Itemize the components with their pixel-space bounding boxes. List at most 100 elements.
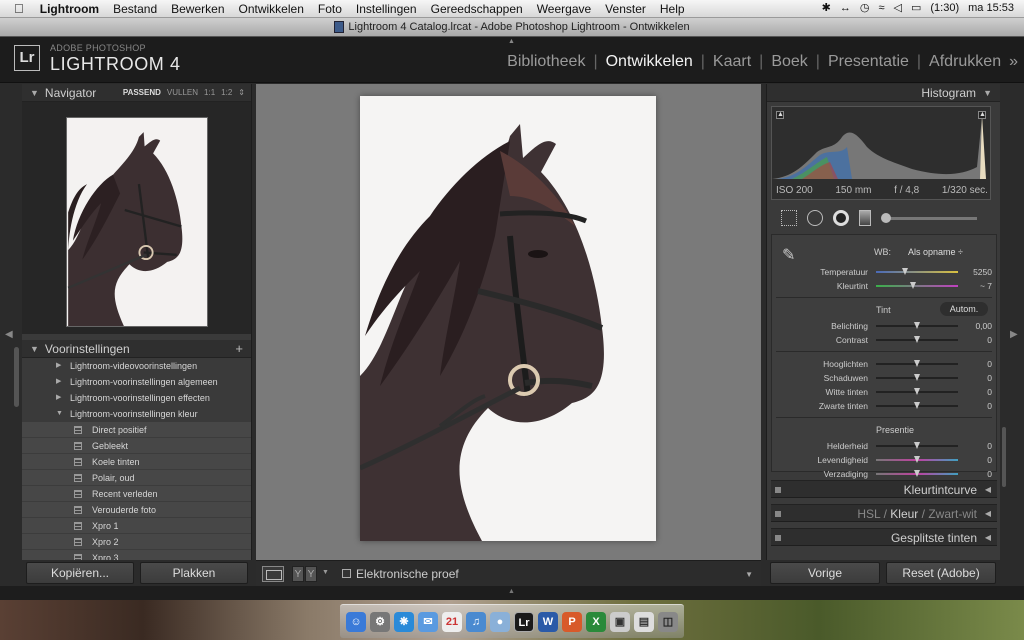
eyedropper-icon[interactable]: ✎: [782, 245, 795, 265]
expand-triangle-icon[interactable]: ◀: [985, 481, 991, 499]
slider-track[interactable]: [876, 360, 958, 367]
red-eye-icon[interactable]: [833, 210, 849, 226]
highlight-clipping-icon[interactable]: ▲: [978, 111, 986, 119]
whites-slider[interactable]: Witte tinten 0: [772, 385, 998, 399]
preset-item[interactable]: Polair, oud: [22, 470, 251, 486]
panel-switch-icon[interactable]: [775, 487, 781, 493]
spot-removal-icon[interactable]: [807, 210, 823, 226]
zoom-1-1[interactable]: 1:1: [204, 88, 215, 97]
collapse-left-icon[interactable]: ◀: [5, 329, 13, 340]
expand-filmstrip-icon[interactable]: ▲: [508, 588, 515, 595]
shadow-clipping-icon[interactable]: ▲: [776, 111, 784, 119]
volume-icon[interactable]: ◁: [894, 1, 902, 14]
wb-select[interactable]: Als opname ÷: [908, 247, 963, 257]
bw-tab[interactable]: Zwart-wit: [928, 507, 977, 521]
more-modules-icon[interactable]: »: [1009, 53, 1018, 71]
color-tab[interactable]: Kleur: [890, 507, 918, 521]
preset-item[interactable]: Verouderde foto: [22, 502, 251, 518]
slider-track[interactable]: [876, 374, 958, 381]
expand-triangle-icon[interactable]: ▶: [56, 390, 61, 406]
contrast-slider[interactable]: Contrast 0: [772, 333, 998, 347]
app-store-icon[interactable]: ●: [490, 611, 510, 632]
collapse-triangle-icon[interactable]: ▼: [56, 406, 63, 422]
slider-knob[interactable]: [914, 374, 920, 381]
time-machine-icon[interactable]: ◷: [860, 1, 870, 14]
slider-track[interactable]: [876, 388, 958, 395]
blacks-slider[interactable]: Zwarte tinten 0: [772, 399, 998, 413]
menu-foto[interactable]: Foto: [311, 2, 349, 16]
preset-item[interactable]: Gebleekt: [22, 438, 251, 454]
crop-icon[interactable]: [781, 210, 797, 226]
slider-knob[interactable]: [914, 456, 920, 463]
itunes-icon[interactable]: ♫: [466, 611, 486, 632]
zoom-passend[interactable]: PASSEND: [123, 88, 161, 97]
expand-triangle-icon[interactable]: ▶: [56, 358, 61, 374]
menu-help[interactable]: Help: [653, 2, 692, 16]
slider-value[interactable]: 0: [987, 387, 992, 397]
slider-value[interactable]: 0: [987, 373, 992, 383]
preset-item[interactable]: Recent verleden: [22, 486, 251, 502]
menu-instellingen[interactable]: Instellingen: [349, 2, 424, 16]
preset-folder[interactable]: ▶ Lightroom-videovoorinstellingen: [22, 358, 251, 374]
slider-knob[interactable]: [901, 268, 908, 275]
navigator-header[interactable]: ▼ Navigator PASSEND VULLEN 1:1 1:2 ⇕: [22, 84, 251, 102]
slider-value[interactable]: 0: [987, 401, 992, 411]
menu-weergave[interactable]: Weergave: [530, 2, 598, 16]
module-bibliotheek[interactable]: Bibliotheek: [499, 53, 593, 71]
preset-folder[interactable]: ▶ Lightroom-voorinstellingen effecten: [22, 390, 251, 406]
module-boek[interactable]: Boek: [763, 53, 815, 71]
tone-curve-header[interactable]: Kleurtintcurve ◀: [771, 480, 997, 498]
hsl-header[interactable]: HSL / Kleur / Zwart-wit ◀: [771, 504, 997, 522]
collapse-triangle-icon[interactable]: ▼: [30, 344, 39, 354]
panel-switch-icon[interactable]: [775, 511, 781, 517]
slider-knob[interactable]: [914, 322, 920, 329]
exposure-slider[interactable]: Belichting 0,00: [772, 319, 998, 333]
temperature-slider[interactable]: Temperatuur 5250: [772, 265, 998, 279]
left-panel-edge[interactable]: ◀: [0, 84, 20, 587]
tint-slider[interactable]: Kleurtint ~ 7: [772, 279, 998, 293]
navigator-thumbnail[interactable]: [66, 117, 208, 327]
finder-icon[interactable]: ☺: [346, 611, 366, 632]
slider-knob[interactable]: [909, 282, 916, 289]
histogram-header[interactable]: Histogram ▼: [767, 84, 1000, 102]
slider-track[interactable]: [876, 322, 958, 329]
module-presentatie[interactable]: Presentatie: [820, 53, 917, 71]
module-ontwikkelen[interactable]: Ontwikkelen: [598, 53, 701, 71]
safari-icon[interactable]: ❋: [394, 611, 414, 632]
image-canvas[interactable]: [256, 84, 761, 560]
vibrance-slider[interactable]: Levendigheid 0: [772, 453, 998, 467]
slider-track[interactable]: [876, 456, 958, 463]
menu-venster[interactable]: Venster: [598, 2, 653, 16]
clock[interactable]: ma 15:53: [968, 2, 1014, 14]
preset-item[interactable]: Direct positief: [22, 422, 251, 438]
slider-track[interactable]: [876, 442, 958, 449]
slider-value[interactable]: 0: [987, 335, 992, 345]
collapse-triangle-icon[interactable]: ▼: [983, 88, 992, 98]
lightroom-icon[interactable]: Lr: [514, 611, 534, 632]
slider-knob[interactable]: [914, 360, 920, 367]
slider-value[interactable]: 0: [987, 441, 992, 451]
graduated-filter-icon[interactable]: [859, 210, 871, 226]
mail-icon[interactable]: ✉: [418, 611, 438, 632]
left-scrollbar[interactable]: [14, 347, 19, 407]
menu-bewerken[interactable]: Bewerken: [164, 2, 231, 16]
slider-track[interactable]: [876, 282, 958, 289]
launchpad-icon[interactable]: ⚙: [370, 611, 390, 632]
reset-button[interactable]: Reset (Adobe): [886, 562, 996, 584]
before-after-button[interactable]: YY: [292, 566, 317, 582]
calendar-icon[interactable]: 21: [442, 611, 462, 632]
slider-knob[interactable]: [914, 388, 920, 395]
zoom-vullen[interactable]: VULLEN: [167, 88, 198, 97]
presets-header[interactable]: ▼ Voorinstellingen +: [22, 340, 251, 358]
expand-triangle-icon[interactable]: ▶: [56, 374, 61, 390]
collapse-top-icon[interactable]: ▲: [508, 38, 515, 45]
preset-item[interactable]: Koele tinten: [22, 454, 251, 470]
slider-track[interactable]: [876, 470, 958, 477]
slider-track[interactable]: [876, 336, 958, 343]
slider-value[interactable]: ~ 7: [980, 281, 992, 291]
slider-knob[interactable]: [914, 470, 920, 477]
zoom-stepper-icon[interactable]: ⇕: [238, 88, 245, 97]
wifi-icon[interactable]: ≈: [878, 2, 884, 14]
adjustment-brush-slider[interactable]: [881, 212, 977, 223]
powerpoint-icon[interactable]: P: [562, 611, 582, 632]
